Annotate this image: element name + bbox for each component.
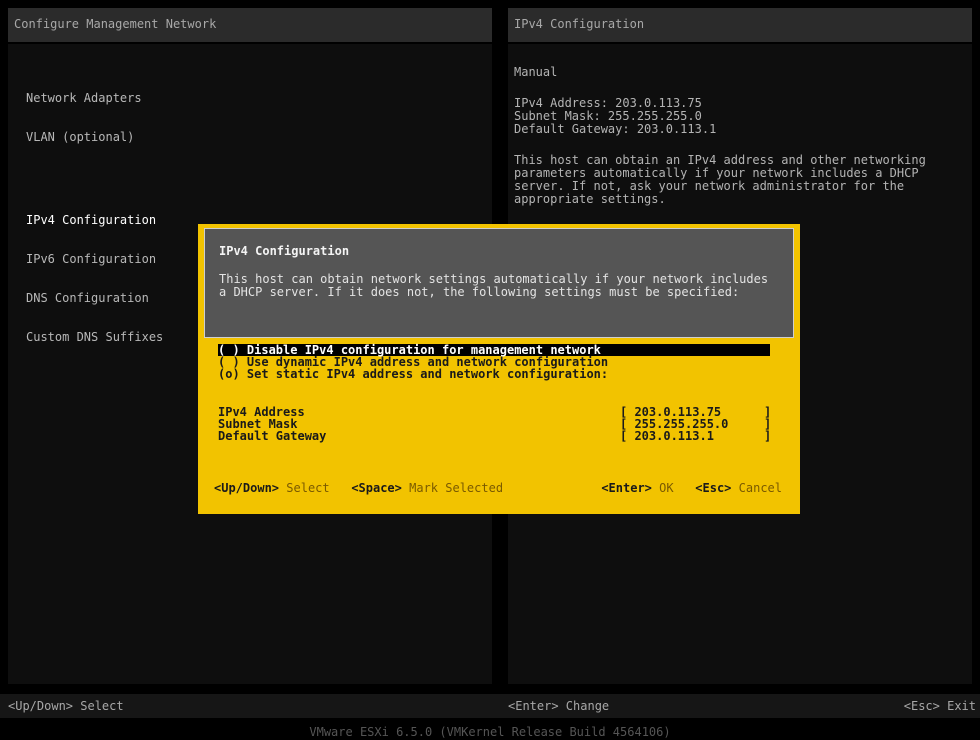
enter-key-hint[interactable]: <Enter>: [601, 481, 652, 495]
window-title: Configure Management Network: [14, 17, 217, 31]
menu-list: Network Adapters VLAN (optional) IPv4 Co…: [26, 66, 163, 357]
menu-item-ipv6-configuration[interactable]: IPv6 Configuration: [26, 253, 163, 266]
ipv4-description: This host can obtain an IPv4 address and…: [514, 153, 926, 206]
bottom-hint-select: <Up/Down> Select: [8, 699, 124, 713]
option-static-ipv4[interactable]: (o) Set static IPv4 address and network …: [218, 368, 778, 381]
options-list: ( ) Disable IPv4 configuration for manag…: [218, 344, 778, 381]
field-row: Default Gateway [ 203.0.113.1]: [218, 429, 778, 443]
bottom-hint-change: <Enter> Change: [508, 699, 610, 713]
field-label: Default Gateway: [218, 429, 327, 443]
bottom-bar: <Up/Down> Select <Enter> Change <Esc> Ex…: [0, 694, 980, 718]
ok-button[interactable]: OK: [659, 481, 673, 495]
ipv4-mode: Manual: [514, 65, 558, 79]
menu-item-dns-configuration[interactable]: DNS Configuration: [26, 292, 163, 305]
header-left: Configure Management Network: [8, 8, 492, 42]
menu-item-custom-dns-suffixes[interactable]: Custom DNS Suffixes: [26, 331, 163, 344]
dialog-header: IPv4 Configuration This host can obtain …: [204, 228, 794, 338]
version-footer: VMware ESXi 6.5.0 (VMKernel Release Buil…: [0, 726, 980, 740]
default-gateway-info: Default Gateway: 203.0.113.1: [514, 122, 717, 136]
default-gateway-input[interactable]: [ 203.0.113.1]: [620, 430, 771, 443]
menu-item-network-adapters[interactable]: Network Adapters: [26, 92, 163, 105]
ipv4-info: Manual IPv4 Address: 203.0.113.75 Subnet…: [514, 66, 964, 206]
dialog-footer: <Up/Down> Select <Space> Mark Selected <…: [214, 482, 788, 496]
section-title: IPv4 Configuration: [514, 17, 645, 31]
ipv4-configuration-dialog: IPv4 Configuration This host can obtain …: [198, 224, 800, 514]
header: Configure Management Network IPv4 Config…: [0, 0, 980, 44]
header-right: IPv4 Configuration: [508, 8, 972, 42]
dialog-description: This host can obtain network settings au…: [219, 272, 769, 299]
space-key-hint: <Space>: [351, 481, 402, 495]
updown-action: Select: [286, 481, 330, 495]
cancel-button[interactable]: Cancel: [739, 481, 782, 495]
updown-key-hint: <Up/Down>: [214, 481, 280, 495]
space-action: Mark Selected: [409, 481, 504, 495]
bottom-hint-exit: <Esc> Exit: [903, 699, 976, 713]
esc-key-hint[interactable]: <Esc>: [695, 481, 731, 495]
dialog-title: IPv4 Configuration: [219, 244, 350, 258]
menu-item-vlan[interactable]: VLAN (optional): [26, 131, 163, 144]
static-fields: IPv4 Address [ 203.0.113.75] Subnet Mask…: [218, 406, 778, 443]
menu-item-ipv4-configuration[interactable]: IPv4 Configuration: [26, 214, 163, 227]
